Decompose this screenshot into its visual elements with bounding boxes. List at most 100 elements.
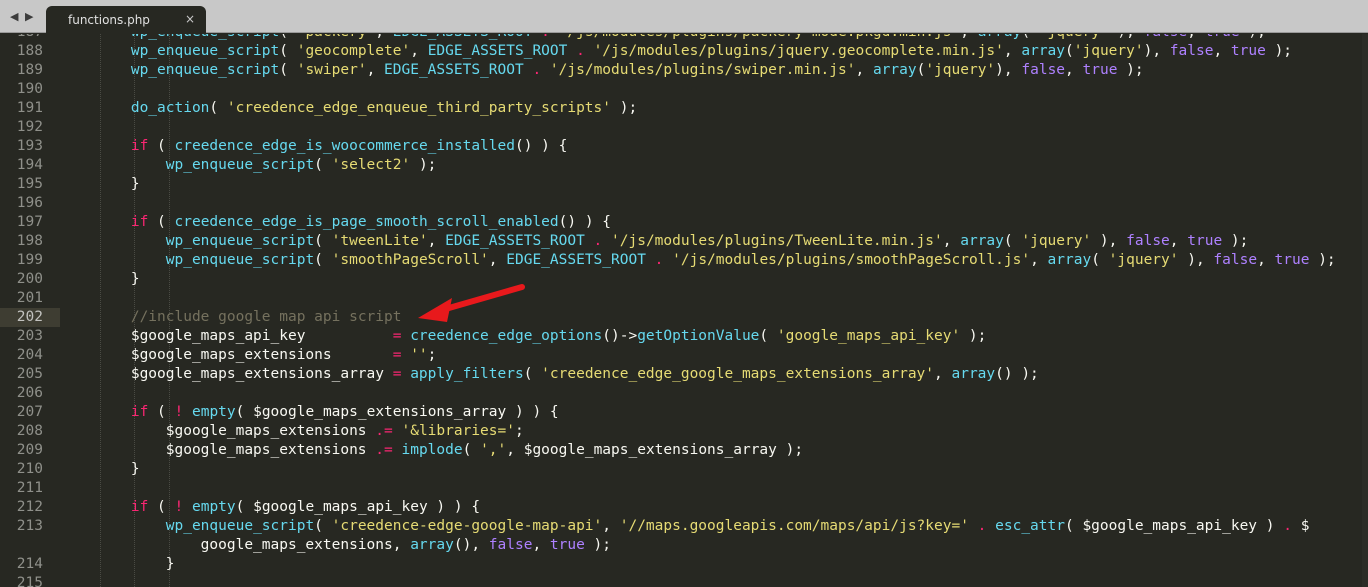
code-line[interactable]: 212 if ( ! empty( $google_maps_api_key )… [0,498,1368,517]
code-token: 'jquery' [1073,43,1144,59]
code-line[interactable]: 208 $google_maps_extensions .= '&librari… [0,422,1368,441]
code-line[interactable]: 199 wp_enqueue_script( 'smoothPageScroll… [0,251,1368,270]
code-token: ( [209,100,227,116]
code-token: 'select2' [331,157,411,173]
code-line[interactable]: 194 wp_enqueue_script( 'select2' ); [0,156,1368,175]
code-editor[interactable]: 187 wp_enqueue_script( 'packery', EDGE_A… [0,34,1368,587]
code-line[interactable]: 204 $google_maps_extensions = ''; [0,346,1368,365]
code-token: if [130,404,149,420]
code-token: if [130,214,149,230]
code-line[interactable]: 213 wp_enqueue_script( 'creedence-edge-g… [0,517,1368,536]
code-line[interactable]: 192 [0,118,1368,137]
code-line[interactable]: 201 [0,289,1368,308]
code-line[interactable]: 209 $google_maps_extensions .= implode( … [0,441,1368,460]
code-token: '/js/modules/plugins/packery-mode.pkgd.m… [559,34,961,40]
code-token: , [1213,43,1231,59]
line-number: 212 [16,499,43,515]
code-token: ), [1109,34,1144,40]
tab-scroll-right-icon[interactable]: ▶ [25,10,33,23]
code-line[interactable]: 206 [0,384,1368,403]
code-line[interactable]: 198 wp_enqueue_script( 'tweenLite', EDGE… [0,232,1368,251]
code-token: ( $google_maps_api_key ) ) { [235,499,481,515]
code-token: ( [314,518,332,534]
code-token: 'jquery' [1021,233,1092,249]
line-text: if ( ! empty( $google_maps_extensions_ar… [61,403,559,422]
code-token: false [488,537,533,553]
line-number: 211 [16,480,43,496]
line-number: 202 [0,308,60,327]
code-token: EDGE_ASSETS_ROOT [445,233,585,249]
code-token: ); [1117,62,1144,78]
line-text: if ( creedence_edge_is_woocommerce_insta… [61,137,568,156]
code-token: 'jquery' [925,62,996,78]
code-line[interactable]: 195 } [0,175,1368,194]
code-token: 'jquery' [1108,252,1179,268]
close-tab-icon[interactable]: × [185,12,195,26]
code-token: $google_maps_extensions [61,423,376,439]
code-line[interactable]: 197 if ( creedence_edge_is_page_smooth_s… [0,213,1368,232]
code-token: 'swiper' [296,62,367,78]
code-token: 'google_maps_api_key' [776,328,961,344]
code-line[interactable]: 202 //include google map api script [0,308,1368,327]
code-token: ); [611,100,638,116]
tab-scroll-left-icon[interactable]: ◀ [10,10,18,23]
code-token: '&libraries=' [401,423,515,439]
code-token: '/js/modules/plugins/smoothPageScroll.js… [672,252,1031,268]
code-line[interactable]: 205 $google_maps_extensions_array = appl… [0,365,1368,384]
code-token: , [960,34,977,40]
code-line[interactable]: 189 wp_enqueue_script( 'swiper', EDGE_AS… [0,61,1368,80]
code-token: . [523,62,550,78]
code-token: wp_enqueue_script [165,518,315,534]
code-token: , [1169,233,1188,249]
code-token: wp_enqueue_script [131,34,279,40]
code-line[interactable]: 191 do_action( 'creedence_edge_enqueue_t… [0,99,1368,118]
code-token: wp_enqueue_script [165,157,315,173]
code-line[interactable]: 196 [0,194,1368,213]
code-line[interactable]: 211 [0,479,1368,498]
line-text: wp_enqueue_script( 'tweenLite', EDGE_ASS… [61,232,1249,251]
line-text: wp_enqueue_script( 'smoothPageScroll', E… [61,251,1336,270]
line-number: 204 [16,347,43,363]
code-token: , [1257,252,1275,268]
code-token: 'packery' [297,34,376,40]
code-line[interactable]: 200 } [0,270,1368,289]
code-line[interactable]: 203 $google_maps_api_key = creedence_edg… [0,327,1368,346]
code-token: ); [410,157,437,173]
code-line[interactable]: 193 if ( creedence_edge_is_woocommerce_i… [0,137,1368,156]
line-number: 206 [16,385,43,401]
code-token: ), [1143,43,1170,59]
code-line[interactable]: 187 wp_enqueue_script( 'packery', EDGE_A… [0,34,1368,42]
code-token: ! [174,499,184,515]
code-line[interactable]: google_maps_extensions, array(), false, … [0,536,1368,555]
code-token: ( [148,404,175,420]
tab-functions-php[interactable]: functions.php × [46,6,206,34]
code-token: '/js/modules/plugins/TweenLite.min.js' [611,233,943,249]
code-line[interactable]: 207 if ( ! empty( $google_maps_extension… [0,403,1368,422]
code-token: esc_attr [995,518,1065,534]
code-token: true [1187,233,1223,249]
code-token: ( $google_maps_api_key ) [1064,518,1284,534]
code-line[interactable]: 190 [0,80,1368,99]
line-text: wp_enqueue_script( 'packery', EDGE_ASSET… [61,34,1266,42]
line-number: 189 [16,62,43,78]
code-line[interactable]: 215 [0,574,1368,587]
vertical-scrollbar[interactable] [1362,34,1368,587]
line-number: 192 [16,119,43,135]
code-token: ( [1003,233,1022,249]
code-token: true [1205,34,1240,40]
code-token: ( $google_maps_extensions_array ) ) { [235,404,559,420]
line-number: 193 [16,138,43,154]
code-token: } [61,556,175,572]
code-token: $google_maps_api_key [61,328,393,344]
code-token: '/js/modules/plugins/jquery.geocomplete.… [593,43,1004,59]
code-token: '//maps.googleapis.com/maps/api/js?key=' [619,518,969,534]
code-line[interactable]: 214 } [0,555,1368,574]
code-line[interactable]: 210 } [0,460,1368,479]
code-line[interactable]: 188 wp_enqueue_script( 'geocomplete', ED… [0,42,1368,61]
code-token: wp_enqueue_script [165,233,315,249]
